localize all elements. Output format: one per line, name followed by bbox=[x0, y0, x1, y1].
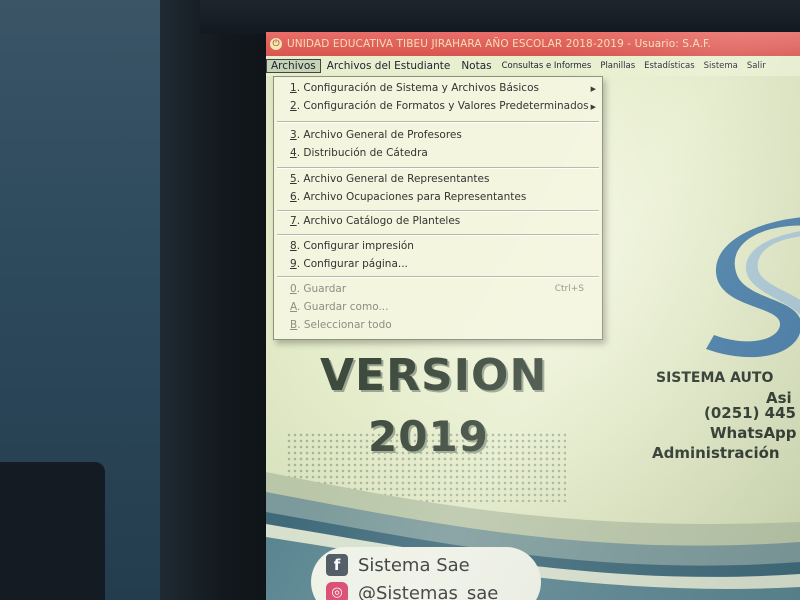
menu-estadisticas[interactable]: Estadísticas bbox=[640, 60, 699, 72]
app-logo-icon: ⏻ bbox=[270, 38, 282, 50]
contact-admin: Administración bbox=[652, 444, 780, 462]
app-window: ⏻ UNIDAD EDUCATIVA TIBEU JIRAHARA AÑO ES… bbox=[266, 32, 800, 600]
version-year: 2019 bbox=[368, 412, 489, 461]
menu-option-config-formatos[interactable]: 2. Configuración de Formatos y Valores P… bbox=[290, 100, 589, 112]
facebook-icon: f bbox=[326, 554, 348, 576]
menu-archivos-estudiante[interactable]: Archivos del Estudiante bbox=[322, 59, 456, 73]
brand-name: SISTEMA AUTO bbox=[656, 370, 774, 386]
menu-option-planteles[interactable]: 7. Archivo Catálogo de Planteles bbox=[290, 215, 460, 227]
menu-notas[interactable]: Notas bbox=[456, 59, 496, 73]
shortcut-guardar: Ctrl+S bbox=[554, 284, 584, 294]
menu-consultas[interactable]: Consultas e Informes bbox=[498, 60, 596, 72]
instagram-icon: ◎ bbox=[326, 582, 348, 600]
menu-option-config-sistema[interactable]: 1. Configuración de Sistema y Archivos B… bbox=[290, 82, 539, 94]
menu-separator bbox=[277, 234, 599, 236]
submenu-arrow-icon: ▶ bbox=[590, 103, 596, 111]
version-label: VERSION bbox=[320, 350, 548, 401]
sae-logo-graphic bbox=[706, 217, 800, 358]
menu-option-guardar-como[interactable]: A. Guardar como... bbox=[290, 301, 388, 313]
menu-sistema[interactable]: Sistema bbox=[700, 60, 742, 72]
menu-separator bbox=[277, 121, 599, 123]
monitor-bezel bbox=[160, 0, 270, 600]
contact-phone: (0251) 445 bbox=[704, 404, 796, 422]
contact-whatsapp: WhatsApp bbox=[710, 424, 797, 442]
title-bar: ⏻ UNIDAD EDUCATIVA TIBEU JIRAHARA AÑO ES… bbox=[266, 32, 800, 56]
menu-archivos[interactable]: Archivos bbox=[266, 59, 321, 73]
menu-separator bbox=[277, 210, 599, 212]
menu-option-guardar[interactable]: 0. Guardar bbox=[290, 283, 346, 295]
menu-option-seleccionar-todo[interactable]: B. Seleccionar todo bbox=[290, 319, 392, 331]
menu-salir[interactable]: Salir bbox=[743, 60, 770, 72]
background-object bbox=[0, 462, 105, 600]
menu-separator bbox=[277, 167, 599, 169]
menu-bar: Archivos Archivos del Estudiante Notas C… bbox=[266, 56, 800, 76]
menu-option-catedra[interactable]: 4. Distribución de Cátedra bbox=[290, 147, 428, 159]
menu-option-profesores[interactable]: 3. Archivo General de Profesores bbox=[290, 129, 462, 141]
facebook-row: f Sistema Sae bbox=[326, 554, 470, 576]
instagram-row: ◎ @Sistemas_sae bbox=[326, 582, 498, 600]
menu-option-configurar-pagina[interactable]: 9. Configurar página... bbox=[290, 258, 408, 270]
menu-option-representantes[interactable]: 5. Archivo General de Representantes bbox=[290, 173, 489, 185]
monitor-bezel-top bbox=[200, 0, 800, 34]
menu-option-ocupaciones[interactable]: 6. Archivo Ocupaciones para Representant… bbox=[290, 191, 526, 203]
facebook-handle: Sistema Sae bbox=[358, 554, 470, 576]
instagram-handle: @Sistemas_sae bbox=[358, 582, 499, 600]
window-title: UNIDAD EDUCATIVA TIBEU JIRAHARA AÑO ESCO… bbox=[287, 38, 711, 50]
archivos-dropdown: 1. Configuración de Sistema y Archivos B… bbox=[273, 76, 603, 340]
menu-planillas[interactable]: Planillas bbox=[596, 60, 639, 72]
menu-separator bbox=[277, 276, 599, 278]
submenu-arrow-icon: ▶ bbox=[590, 85, 596, 93]
menu-option-configurar-impresion[interactable]: 8. Configurar impresión bbox=[290, 240, 414, 252]
